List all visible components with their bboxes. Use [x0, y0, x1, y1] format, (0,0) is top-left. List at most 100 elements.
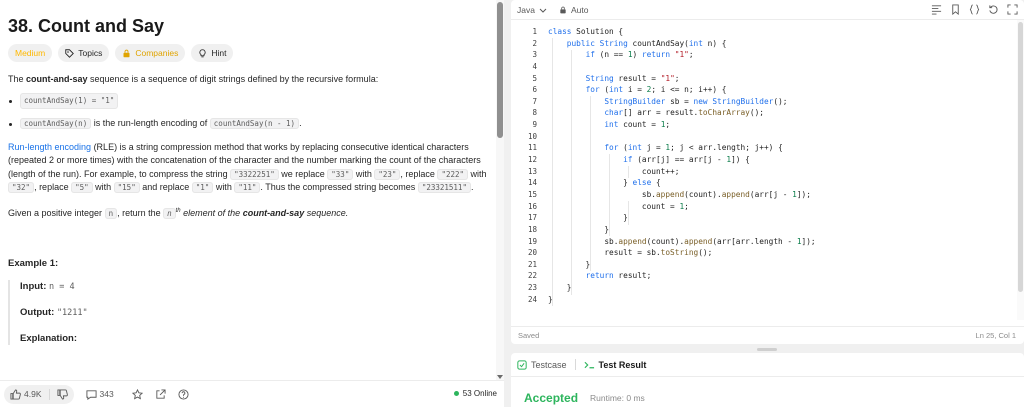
list-item: countAndSay(n) is the run-length encodin… — [8, 118, 488, 131]
editor-scrollbar-thumb[interactable] — [1018, 22, 1023, 292]
description-scrollbar[interactable] — [496, 0, 504, 380]
comments-button[interactable]: 343 — [85, 389, 114, 400]
problem-tags: Medium Topics Companies Hint — [8, 44, 488, 62]
line-number: 4 — [532, 61, 537, 71]
tab-divider — [574, 359, 576, 370]
reset-icon[interactable] — [988, 4, 999, 15]
intro-text-end: sequence is a sequence of digit strings … — [87, 74, 379, 84]
code-line[interactable]: result = sb.toString(); — [548, 247, 816, 259]
rle-link[interactable]: Run-length encoding — [8, 142, 91, 152]
code-line[interactable] — [548, 61, 816, 73]
code-line[interactable]: class Solution { — [548, 26, 816, 38]
code-line[interactable]: } else { — [548, 177, 816, 189]
code-line[interactable]: count++; — [548, 166, 816, 178]
code-line[interactable]: } — [548, 259, 816, 271]
console-panel: Testcase Test Result Accepted Runtime: 0… — [511, 353, 1024, 407]
line-number-gutter: 1 2 3 4 5 6 7 8 9 10 11 12 13 14 15 16 17 18 19 20 21 22 23 24 — [511, 26, 547, 305]
companies-tag[interactable]: Companies — [115, 44, 186, 62]
tab-test-result-label: Test Result — [598, 359, 647, 370]
format-icon[interactable] — [931, 4, 942, 15]
code-line[interactable]: } — [548, 294, 816, 306]
comment-icon — [85, 389, 97, 400]
code-line[interactable]: count = 1; — [548, 201, 816, 213]
topics-tag[interactable]: Topics — [58, 44, 110, 62]
auto-mode-toggle[interactable]: Auto — [559, 4, 589, 15]
online-indicator: 53 Online — [453, 389, 497, 398]
line-number: 18 — [527, 224, 537, 234]
code-line[interactable]: } — [548, 282, 816, 294]
app-root: 38. Count and Say Medium Topics Companie… — [0, 0, 1024, 407]
code-line[interactable]: if (n == 1) return "1"; — [548, 49, 816, 61]
task-text: Given a positive integer — [8, 207, 105, 218]
workspace-panel: Java Auto 1 2 3 4 5 6 7 8 9 10 11 12 13 … — [511, 0, 1024, 407]
auto-mode-label: Auto — [570, 4, 589, 15]
code-line[interactable]: for (int i = 2; i <= n; i++) { — [548, 84, 816, 96]
code-line[interactable]: int count = 1; — [548, 119, 816, 131]
online-count: 53 Online — [462, 389, 497, 398]
example-heading: Example 1: — [8, 258, 59, 269]
editor-actions — [931, 4, 1018, 15]
dislike-button[interactable] — [56, 388, 68, 400]
like-button[interactable]: 4.9K — [10, 388, 42, 400]
code-line[interactable]: } — [548, 224, 816, 236]
task-text: , return the — [117, 207, 164, 218]
panel-resize-handle[interactable] — [757, 348, 777, 351]
editor-toolbar: Java Auto — [511, 0, 1024, 20]
intro-text: The — [8, 74, 27, 84]
example-input: Input: n = 4 — [20, 280, 488, 293]
line-number: 23 — [527, 283, 537, 293]
line-number: 15 — [527, 189, 537, 199]
code-line[interactable]: sb.append(count).append(arr[j - 1]); — [548, 189, 816, 201]
rle-text: , replace — [34, 182, 72, 192]
code-line[interactable]: return result; — [548, 270, 816, 282]
line-number: 6 — [532, 85, 537, 95]
tab-testcase[interactable]: Testcase — [517, 360, 567, 370]
bookmark-icon[interactable] — [950, 4, 961, 15]
lightbulb-icon — [199, 48, 206, 57]
language-value: Java — [517, 4, 535, 15]
braces-icon[interactable] — [969, 4, 980, 15]
rle-text: with — [468, 168, 487, 179]
scrollbar-thumb[interactable] — [497, 2, 503, 138]
code-line[interactable]: for (int j = 1; j < arr.length; j++) { — [548, 142, 816, 154]
code-line[interactable]: char[] arr = result.toCharArray(); — [548, 107, 816, 119]
line-number: 20 — [527, 248, 537, 258]
scroll-down-arrow-icon[interactable] — [497, 375, 503, 379]
vote-divider — [48, 388, 50, 400]
language-select[interactable]: Java — [517, 5, 547, 15]
line-number: 11 — [527, 143, 537, 153]
rle-code: "15" — [113, 182, 140, 193]
code-lines[interactable]: class Solution { public String countAndS… — [548, 26, 816, 305]
description-panel: 38. Count and Say Medium Topics Companie… — [0, 0, 504, 407]
code-line[interactable]: if (arr[j] == arr[j - 1]) { — [548, 154, 816, 166]
comment-count: 343 — [99, 389, 114, 399]
hint-tag[interactable]: Hint — [191, 44, 234, 62]
recursive-code-prev: countAndSay(n - 1) — [209, 118, 300, 130]
fullscreen-icon[interactable] — [1007, 4, 1018, 15]
code-line[interactable]: StringBuilder sb = new StringBuilder(); — [548, 96, 816, 108]
rle-code: "3322251" — [230, 168, 279, 180]
line-number: 14 — [527, 178, 537, 188]
task-text-end: sequence. — [304, 207, 349, 218]
line-number: 17 — [527, 213, 537, 223]
companies-label: Companies — [135, 48, 179, 58]
code-line[interactable]: public String countAndSay(int n) { — [548, 38, 816, 50]
code-editor: Java Auto 1 2 3 4 5 6 7 8 9 10 11 12 13 … — [511, 0, 1024, 344]
share-button[interactable] — [155, 388, 166, 400]
list-item: countAndSay(1) = "1" — [8, 93, 488, 109]
recursive-text-end: . — [299, 118, 302, 129]
code-line[interactable]: } — [548, 212, 816, 224]
console-tabs: Testcase Test Result — [511, 353, 1024, 377]
feedback-button[interactable] — [178, 388, 189, 400]
code-line[interactable]: String result = "1"; — [548, 73, 816, 85]
tab-test-result[interactable]: Test Result — [584, 359, 647, 370]
code-line[interactable]: sb.append(count).append(arr[arr.length -… — [548, 236, 815, 248]
editor-scrollbar[interactable] — [1017, 20, 1024, 320]
code-area[interactable]: 1 2 3 4 5 6 7 8 9 10 11 12 13 14 15 16 17 18 19 20 21 22 23 24 … — [511, 26, 1017, 321]
line-number: 1 — [532, 27, 537, 36]
difficulty-badge[interactable]: Medium — [8, 44, 53, 62]
rle-text: with — [213, 182, 235, 192]
favorite-button[interactable] — [131, 388, 143, 400]
code-line[interactable] — [548, 131, 816, 143]
base-case-code: countAndSay(1) = "1" — [20, 93, 119, 109]
